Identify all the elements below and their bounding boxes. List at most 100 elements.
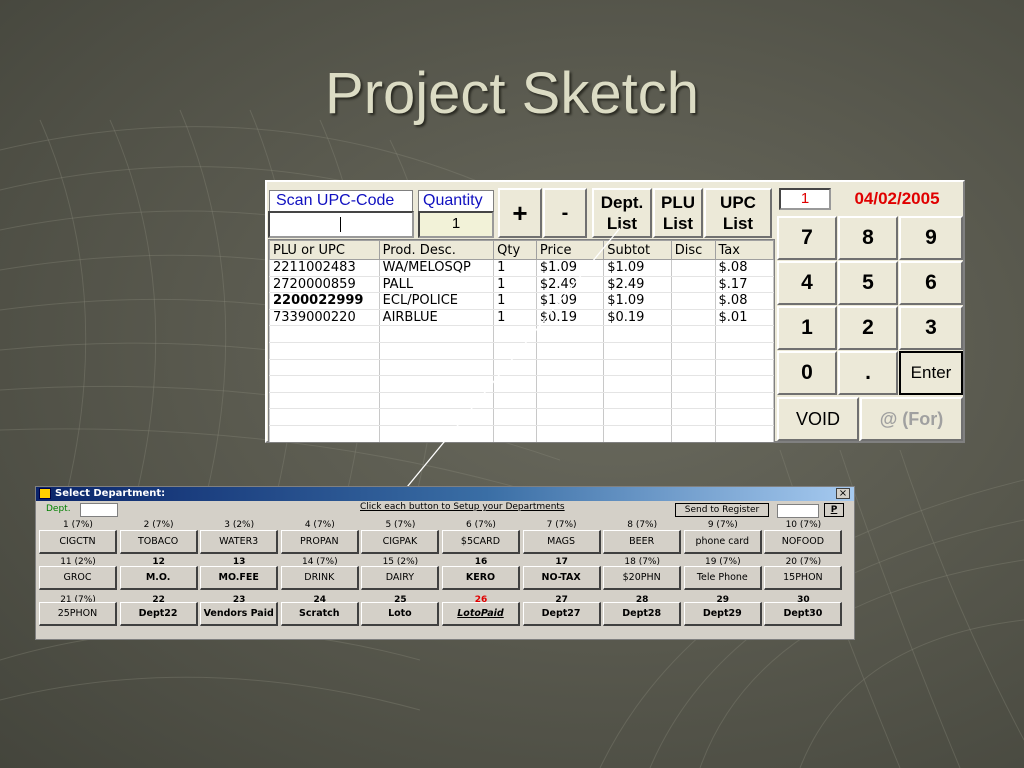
key-4[interactable]: 4 — [777, 261, 837, 305]
dept-list-button[interactable]: Dept. List — [592, 188, 652, 238]
dept-button[interactable]: Dept29 — [683, 602, 762, 626]
column-header[interactable]: Qty — [493, 240, 537, 260]
table-cell-qty — [493, 375, 537, 393]
dept-button[interactable]: Dept30 — [764, 602, 843, 626]
table-cell-plu — [269, 392, 380, 410]
plus-button[interactable]: + — [498, 188, 542, 238]
dept-button[interactable]: Scratch — [280, 602, 359, 626]
column-header[interactable]: Disc — [670, 240, 716, 260]
column-header[interactable]: Tax — [714, 240, 774, 260]
key-8[interactable]: 8 — [838, 216, 898, 260]
dept-button[interactable]: $20PHN — [603, 566, 682, 590]
table-row[interactable] — [270, 442, 774, 443]
enter-button[interactable]: Enter — [899, 351, 963, 395]
dept-button[interactable]: NO-TAX — [522, 566, 601, 590]
table-cell-desc — [378, 425, 495, 442]
key-6[interactable]: 6 — [899, 261, 963, 305]
dept-button[interactable]: Tele Phone — [683, 566, 762, 590]
close-icon[interactable]: × — [836, 488, 850, 499]
table-cell-plu: 7339000220 — [269, 309, 380, 327]
key-9[interactable]: 9 — [899, 216, 963, 260]
dept-button[interactable]: 25PHON — [39, 602, 117, 626]
dept-number-label: 2 (7%) — [143, 520, 174, 530]
dept-button[interactable]: DRINK — [280, 566, 359, 590]
table-cell-desc — [378, 325, 495, 343]
dept-number-label: 4 (7%) — [304, 520, 335, 530]
key-1[interactable]: 1 — [777, 306, 837, 350]
table-cell-desc — [378, 342, 495, 360]
table-cell-tax: $.08 — [714, 292, 774, 310]
void-button[interactable]: VOID — [777, 397, 859, 441]
dept-button[interactable]: CIGPAK — [361, 530, 440, 554]
dept-button[interactable]: GROC — [39, 566, 117, 590]
dept-button[interactable]: DAIRY — [361, 566, 440, 590]
quantity-input[interactable]: 1 — [418, 211, 494, 238]
column-header[interactable]: Subtot — [603, 240, 672, 260]
table-cell-desc — [378, 392, 495, 410]
dept-list-line2: List — [606, 214, 638, 233]
key-2[interactable]: 2 — [838, 306, 898, 350]
dept-button[interactable]: Vendors Paid — [200, 602, 279, 626]
dept-button[interactable]: MO.FEE — [200, 566, 279, 590]
dept-button[interactable]: Dept22 — [119, 602, 198, 626]
table-row[interactable] — [269, 342, 774, 360]
column-header[interactable]: Price — [535, 240, 605, 260]
table-row[interactable] — [269, 392, 774, 410]
send-to-register-button[interactable]: Send to Register — [675, 503, 769, 517]
key-7[interactable]: 7 — [777, 216, 837, 260]
for-button[interactable]: @ (For) — [860, 397, 963, 441]
table-row[interactable] — [269, 375, 774, 393]
table-cell-disc — [671, 442, 715, 443]
table-cell-desc: ECL/POLICE — [378, 292, 495, 310]
table-row[interactable]: 2200022999 ECL/POLICE 1 $1.09 $1.09 $.08 — [269, 292, 774, 310]
table-row[interactable] — [269, 425, 774, 442]
scan-upc-label: Scan UPC-Code — [269, 190, 413, 212]
table-cell-tax: $.17 — [714, 276, 774, 294]
column-header[interactable]: PLU or UPC — [269, 240, 380, 260]
p-button[interactable]: P — [824, 503, 844, 517]
table-row[interactable] — [269, 325, 774, 343]
scan-upc-input[interactable] — [268, 211, 414, 238]
dept-button[interactable]: TOBACO — [119, 530, 198, 554]
dept-button[interactable]: MAGS — [522, 530, 601, 554]
key-5[interactable]: 5 — [838, 261, 898, 305]
table-row[interactable] — [269, 359, 774, 377]
upc-list-button[interactable]: UPC List — [704, 188, 772, 238]
plu-list-button[interactable]: PLU List — [653, 188, 703, 238]
dept-button[interactable]: Loto — [361, 602, 440, 626]
table-cell-tax: $.01 — [714, 309, 774, 327]
table-cell-desc — [378, 408, 495, 426]
table-row[interactable]: 2720000859 PALL 1 $2.49 $2.49 $.17 — [269, 276, 774, 294]
key-3[interactable]: 3 — [899, 306, 963, 350]
dept-list-line1: Dept. — [600, 193, 644, 212]
dept-button[interactable]: phone card — [683, 530, 762, 554]
dept-button[interactable]: Dept27 — [522, 602, 601, 626]
minus-button[interactable]: - — [543, 188, 587, 238]
dept-button[interactable]: WATER3 — [200, 530, 279, 554]
dept-button[interactable]: KERO — [442, 566, 520, 590]
table-cell-desc: WA/MELOSQP — [378, 259, 495, 277]
dept-button[interactable]: $5CARD — [442, 530, 520, 554]
table-row[interactable]: 7339000220 AIRBLUE 1 $0.19 $0.19 $.01 — [269, 309, 774, 327]
key-0[interactable]: 0 — [777, 351, 837, 395]
slide-title: Project Sketch — [325, 61, 699, 126]
table-row[interactable]: 2211002483 WA/MELOSQP 1 $1.09 $1.09 $.08 — [269, 259, 774, 277]
dept-button[interactable]: Dept28 — [603, 602, 682, 626]
table-row[interactable] — [269, 408, 774, 426]
dept-button[interactable]: CIGCTN — [39, 530, 117, 554]
column-header[interactable]: Prod. Desc. — [378, 240, 495, 260]
table-cell-disc — [670, 309, 716, 327]
dept-button[interactable]: M.O. — [119, 566, 198, 590]
dept-button[interactable]: LotoPaid — [442, 602, 520, 626]
table-cell-price — [535, 342, 605, 360]
dept-input[interactable] — [80, 503, 118, 517]
dept-button[interactable]: NOFOOD — [764, 530, 843, 554]
table-cell-price — [535, 425, 605, 442]
dept-button[interactable]: PROPAN — [280, 530, 359, 554]
table-cell-qty — [493, 392, 537, 410]
register-input[interactable] — [777, 504, 819, 518]
decimal-key[interactable]: . — [838, 351, 898, 395]
dept-button[interactable]: 15PHON — [764, 566, 843, 590]
dept-number-label: 3 (2%) — [224, 520, 255, 530]
dept-button[interactable]: BEER — [603, 530, 682, 554]
